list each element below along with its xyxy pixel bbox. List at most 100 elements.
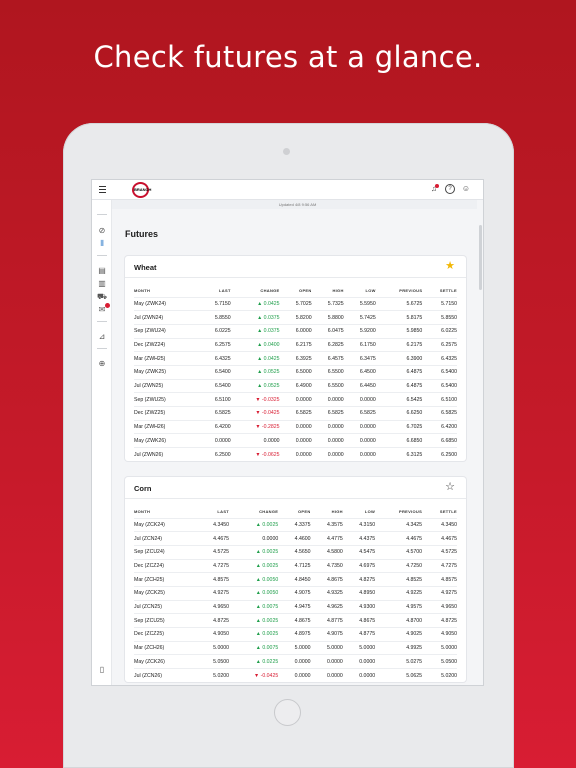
table-cell: 4.8575	[422, 572, 457, 587]
table-cell: ▲ 0.0425	[230, 351, 280, 366]
hamburger-icon[interactable]	[99, 186, 106, 195]
table-row[interactable]: Mar (ZCH26) 5.0000 ▲ 0.0075 5.0000 5.0000 5.0…	[134, 640, 457, 655]
table-cell: 4.7250	[375, 558, 423, 573]
table-row[interactable]: Mar (ZCH25) 4.8575 ▲ 0.0050 4.8450 4.8675 4.8…	[134, 572, 457, 587]
table-row[interactable]: May (ZCK26) 5.0500 ▲ 0.0225 0.0000 0.0000 0.0…	[134, 654, 457, 669]
table-cell: Sep (ZCU25)	[134, 613, 197, 628]
table-row[interactable]: Dec (ZWZ24) 6.2575 ▲ 0.0400 6.2175 6.2825 6.1…	[134, 337, 457, 352]
table-row[interactable]: Mar (ZWH26) 6.4200 ▼ -0.2825 0.0000 0.0000 0.…	[134, 419, 457, 434]
document-icon[interactable]: ▥	[97, 279, 107, 289]
favorite-star-icon[interactable]: ☆	[445, 481, 455, 493]
futures-icon[interactable]: ⫴	[97, 239, 107, 249]
table-cell: 0.0000	[342, 654, 376, 669]
table-row[interactable]: Mar (ZWH25) 6.4325 ▲ 0.0425 6.3925 6.4575 6.3…	[134, 351, 457, 366]
table-cell: 5.5950	[343, 296, 376, 311]
table-row[interactable]: May (ZCK24) 4.3450 ▲ 0.0025 4.3375 4.3575 4.3…	[134, 517, 457, 532]
table-cell: ▲ 0.0025	[229, 613, 279, 628]
table-cell: 6.4875	[375, 364, 423, 380]
bookmark-icon[interactable]: ▯	[97, 665, 107, 675]
table-cell: 5.8200	[279, 310, 312, 325]
table-cell: 4.9650	[422, 599, 457, 614]
table-cell: 6.5400	[198, 364, 231, 380]
table-cell: 4.9325	[310, 585, 343, 601]
table-cell: ▲ 0.0075	[229, 640, 279, 655]
table-cell: 0.0000	[311, 433, 344, 448]
table-row[interactable]: May (ZWK25) 6.5400 ▲ 0.0525 6.5000 6.5500 6.4…	[134, 364, 457, 380]
table-cell: 5.8175	[375, 310, 423, 325]
table-row[interactable]: May (ZWK26) 0.0000 0.0000 0.0000 0.0000 0.000…	[134, 433, 457, 448]
table-row[interactable]: Jul (ZWN25) 6.5400 ▲ 0.0525 6.4900 6.5500 6.4…	[134, 378, 457, 393]
table-row[interactable]: Dec (ZCZ25) 4.9050 ▲ 0.0025 4.8975 4.9075 4.8…	[134, 627, 457, 642]
table-row[interactable]: Dec (ZWZ25) 6.5825 ▼ -0.0425 6.5825 6.5825 6.…	[134, 406, 457, 421]
table-row[interactable]: Jul (ZCN26) 5.0200 ▼ -0.0425 0.0000 0.0000 0.…	[134, 668, 457, 683]
table-row[interactable]: Jul (ZCN24) 4.4675 0.0000 4.4600 4.4775 4.437…	[134, 531, 457, 546]
table-cell: 0.0000	[230, 433, 280, 448]
brand-logo[interactable]: BRANCH	[132, 182, 151, 198]
table-cell: 4.8725	[422, 613, 457, 628]
table-cell: ▲ 0.0025	[229, 517, 279, 532]
table-cell: 5.6725	[375, 296, 423, 311]
table-cell: 4.9275	[196, 585, 230, 601]
column-header: LAST	[217, 508, 230, 514]
wheat-card: Wheat ★ MONTH LAST CHANGE OPEN HIGH LOW PREVIO…	[125, 256, 466, 462]
table-row[interactable]: Jul (ZWN24) 5.8550 ▲ 0.0375 5.8200 5.8800 5.7…	[134, 310, 457, 325]
chart-icon[interactable]: ⊿	[97, 332, 107, 342]
column-header: HIGH	[331, 508, 343, 514]
top-bar: BRANCH ♫ ? ☺	[92, 180, 483, 200]
table-cell: 0.0000	[343, 433, 376, 448]
table-cell: ▲ 0.0525	[230, 364, 280, 380]
table-row[interactable]: May (ZWK24) 5.7150 ▲ 0.0425 5.7025 5.7325 5.5…	[134, 296, 457, 311]
table-row[interactable]: Dec (ZCZ24) 4.7275 ▲ 0.0025 4.7125 4.7350 4.6…	[134, 558, 457, 573]
table-cell: ▲ 0.0050	[229, 572, 279, 587]
column-header: LOW	[364, 508, 376, 514]
column-header: PREVIOUS	[399, 287, 423, 293]
calendar-icon[interactable]: ▤	[97, 266, 107, 276]
table-row[interactable]: Sep (ZCU24) 4.5725 ▲ 0.0025 4.5650 4.5800 4.5…	[134, 544, 457, 560]
table-row[interactable]: Sep (ZWU25) 6.5100 ▼ -0.0325 0.0000 0.0000 0.…	[134, 392, 457, 407]
table-cell: 6.2575	[422, 337, 457, 352]
table-cell: 0.0000	[311, 392, 344, 407]
table-cell: 6.2500	[422, 447, 457, 462]
table-cell: 4.8675	[278, 613, 311, 628]
sidebar-divider	[97, 255, 107, 256]
help-icon[interactable]: ?	[445, 184, 455, 194]
table-cell: 0.0000	[279, 392, 312, 407]
table-row[interactable]: Sep (ZWU24) 6.0225 ▲ 0.0375 6.0000 6.0475 5.9…	[134, 323, 457, 339]
scrollbar[interactable]	[477, 200, 483, 685]
hide-icon[interactable]: ⊘	[97, 226, 107, 236]
table-cell: May (ZWK26)	[134, 433, 199, 448]
table-cell: 4.3425	[375, 517, 423, 532]
table-cell: 4.5800	[310, 544, 343, 560]
table-cell: 6.6250	[375, 406, 423, 421]
account-icon[interactable]: ☺	[461, 184, 471, 194]
table-cell: 6.2500	[198, 447, 231, 462]
table-cell: 0.0000	[343, 447, 376, 462]
table-cell: ▲ 0.0025	[229, 627, 279, 642]
home-button[interactable]	[274, 699, 301, 726]
mail-icon[interactable]: ✉	[97, 303, 110, 315]
table-cell: 4.8575	[196, 572, 230, 587]
table-cell: 4.3150	[342, 517, 376, 532]
table-row[interactable]: Jul (ZWN26) 6.2500 ▼ -0.0625 0.0000 0.0000 0.…	[134, 447, 457, 462]
table-row[interactable]: May (ZCK25) 4.9275 ▲ 0.0050 4.9075 4.9325 4.8…	[134, 585, 457, 601]
table-cell: 5.0625	[375, 668, 423, 683]
table-cell: 4.8975	[278, 627, 311, 642]
favorite-star-icon[interactable]: ★	[445, 260, 455, 272]
card-header: Corn ☆	[125, 477, 466, 499]
table-cell: 4.8675	[310, 572, 343, 587]
table-cell: 0.0000	[342, 668, 376, 683]
table-cell: 4.8675	[342, 613, 376, 628]
table-row[interactable]: Jul (ZCN25) 4.9650 ▲ 0.0075 4.9475 4.9625 4.9…	[134, 599, 457, 614]
scrollbar-thumb[interactable]	[479, 225, 482, 290]
table-row[interactable]: Sep (ZCU25) 4.8725 ▲ 0.0025 4.8675 4.8775 4.8…	[134, 613, 457, 628]
table-cell: ▼ -0.0425	[230, 406, 280, 421]
table-cell: 6.2175	[375, 337, 423, 352]
table-cell: 6.5825	[198, 406, 231, 421]
table-cell: 5.0000	[342, 640, 376, 655]
truck-icon[interactable]: ⛟	[97, 292, 107, 302]
bell-icon[interactable]: ♫	[429, 184, 439, 194]
table-cell: 6.5500	[311, 364, 344, 380]
globe-icon[interactable]: ⊕	[97, 359, 107, 369]
table-cell: 6.4325	[198, 351, 231, 366]
table-cell: 4.5475	[342, 544, 376, 560]
